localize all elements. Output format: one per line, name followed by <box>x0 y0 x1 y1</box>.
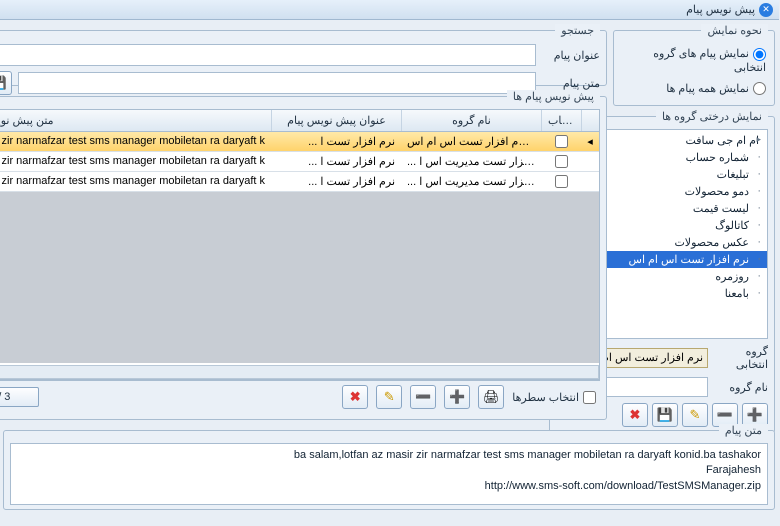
window-title: پیش نویس پیام <box>687 3 756 16</box>
message-text: ba salam,lotfan az masir zir narmafzar t… <box>11 443 769 505</box>
display-mode-group: نحوه نمایش نمایش پیام های گروه انتخابی ن… <box>614 24 776 106</box>
close-icon[interactable]: ✕ <box>760 3 774 17</box>
table-row[interactable]: ... نرم افزار تست مدیریت اس ا... نرم افز… <box>0 172 600 192</box>
col-text[interactable]: متن پیش نویس پیام <box>0 110 272 131</box>
grid-delete-button[interactable]: ✖ <box>343 385 369 409</box>
search-title-input[interactable] <box>0 44 537 66</box>
col-title[interactable]: عنوان پیش نویس پیام <box>272 110 402 131</box>
display-mode-legend: نحوه نمایش <box>702 24 769 37</box>
grid-legend: پیش نویس پیام ها <box>508 90 601 103</box>
grid-edit-button[interactable]: ✎ <box>377 385 403 409</box>
radio-selected-group[interactable]: نمایش پیام های گروه انتخابی <box>621 43 769 78</box>
grid-add-button[interactable]: ➕ <box>445 385 471 409</box>
message-legend: متن پیام <box>720 424 769 437</box>
pager[interactable]: 1 / 3 <box>0 387 40 407</box>
grid-header: انتخاب نام گروه عنوان پیش نویس پیام متن … <box>0 110 600 132</box>
col-select[interactable]: انتخاب <box>542 110 582 131</box>
search-title-label: عنوان پیام <box>543 49 601 62</box>
radio-all-messages[interactable]: نمایش همه پیام ها <box>621 78 769 100</box>
table-row[interactable]: ... نرم افزار تست مدیریت اس ا... نرم افز… <box>0 152 600 172</box>
titlebar: ✕ پیش نویس پیام <box>0 0 780 20</box>
search-legend: جستجو <box>556 24 601 37</box>
group-name-label: نام گروه <box>713 381 769 394</box>
search-text-label: متن پیام <box>543 77 601 90</box>
grid-h-scrollbar[interactable] <box>0 365 600 379</box>
select-rows-checkbox[interactable]: انتخاب سطرها <box>513 391 597 404</box>
selected-group-label: گروه انتخابی <box>713 345 769 371</box>
tree-legend: نمایش درختی گروه ها <box>657 110 769 123</box>
grid-footer: انتخاب سطرها 🖨 ➕ ➖ ✎ ✖ 1 / 3 <box>0 380 601 413</box>
grid-group: پیش نویس پیام ها انتخاب نام گروه عنوان پ… <box>0 90 608 420</box>
table-row[interactable]: ◂نرم افزار تست اس ام اس-w...... نرم افزا… <box>0 132 600 152</box>
search-group: جستجو عنوان پیام 🔍 متن پیام 💾 ⟳ <box>0 24 608 86</box>
print-button[interactable]: 🖨 <box>479 385 505 409</box>
message-grid: انتخاب نام گروه عنوان پیش نویس پیام متن … <box>0 109 601 380</box>
col-group[interactable]: نام گروه <box>402 110 542 131</box>
message-text-group: متن پیام ba salam,lotfan az masir zir na… <box>4 424 776 510</box>
grid-remove-button[interactable]: ➖ <box>411 385 437 409</box>
